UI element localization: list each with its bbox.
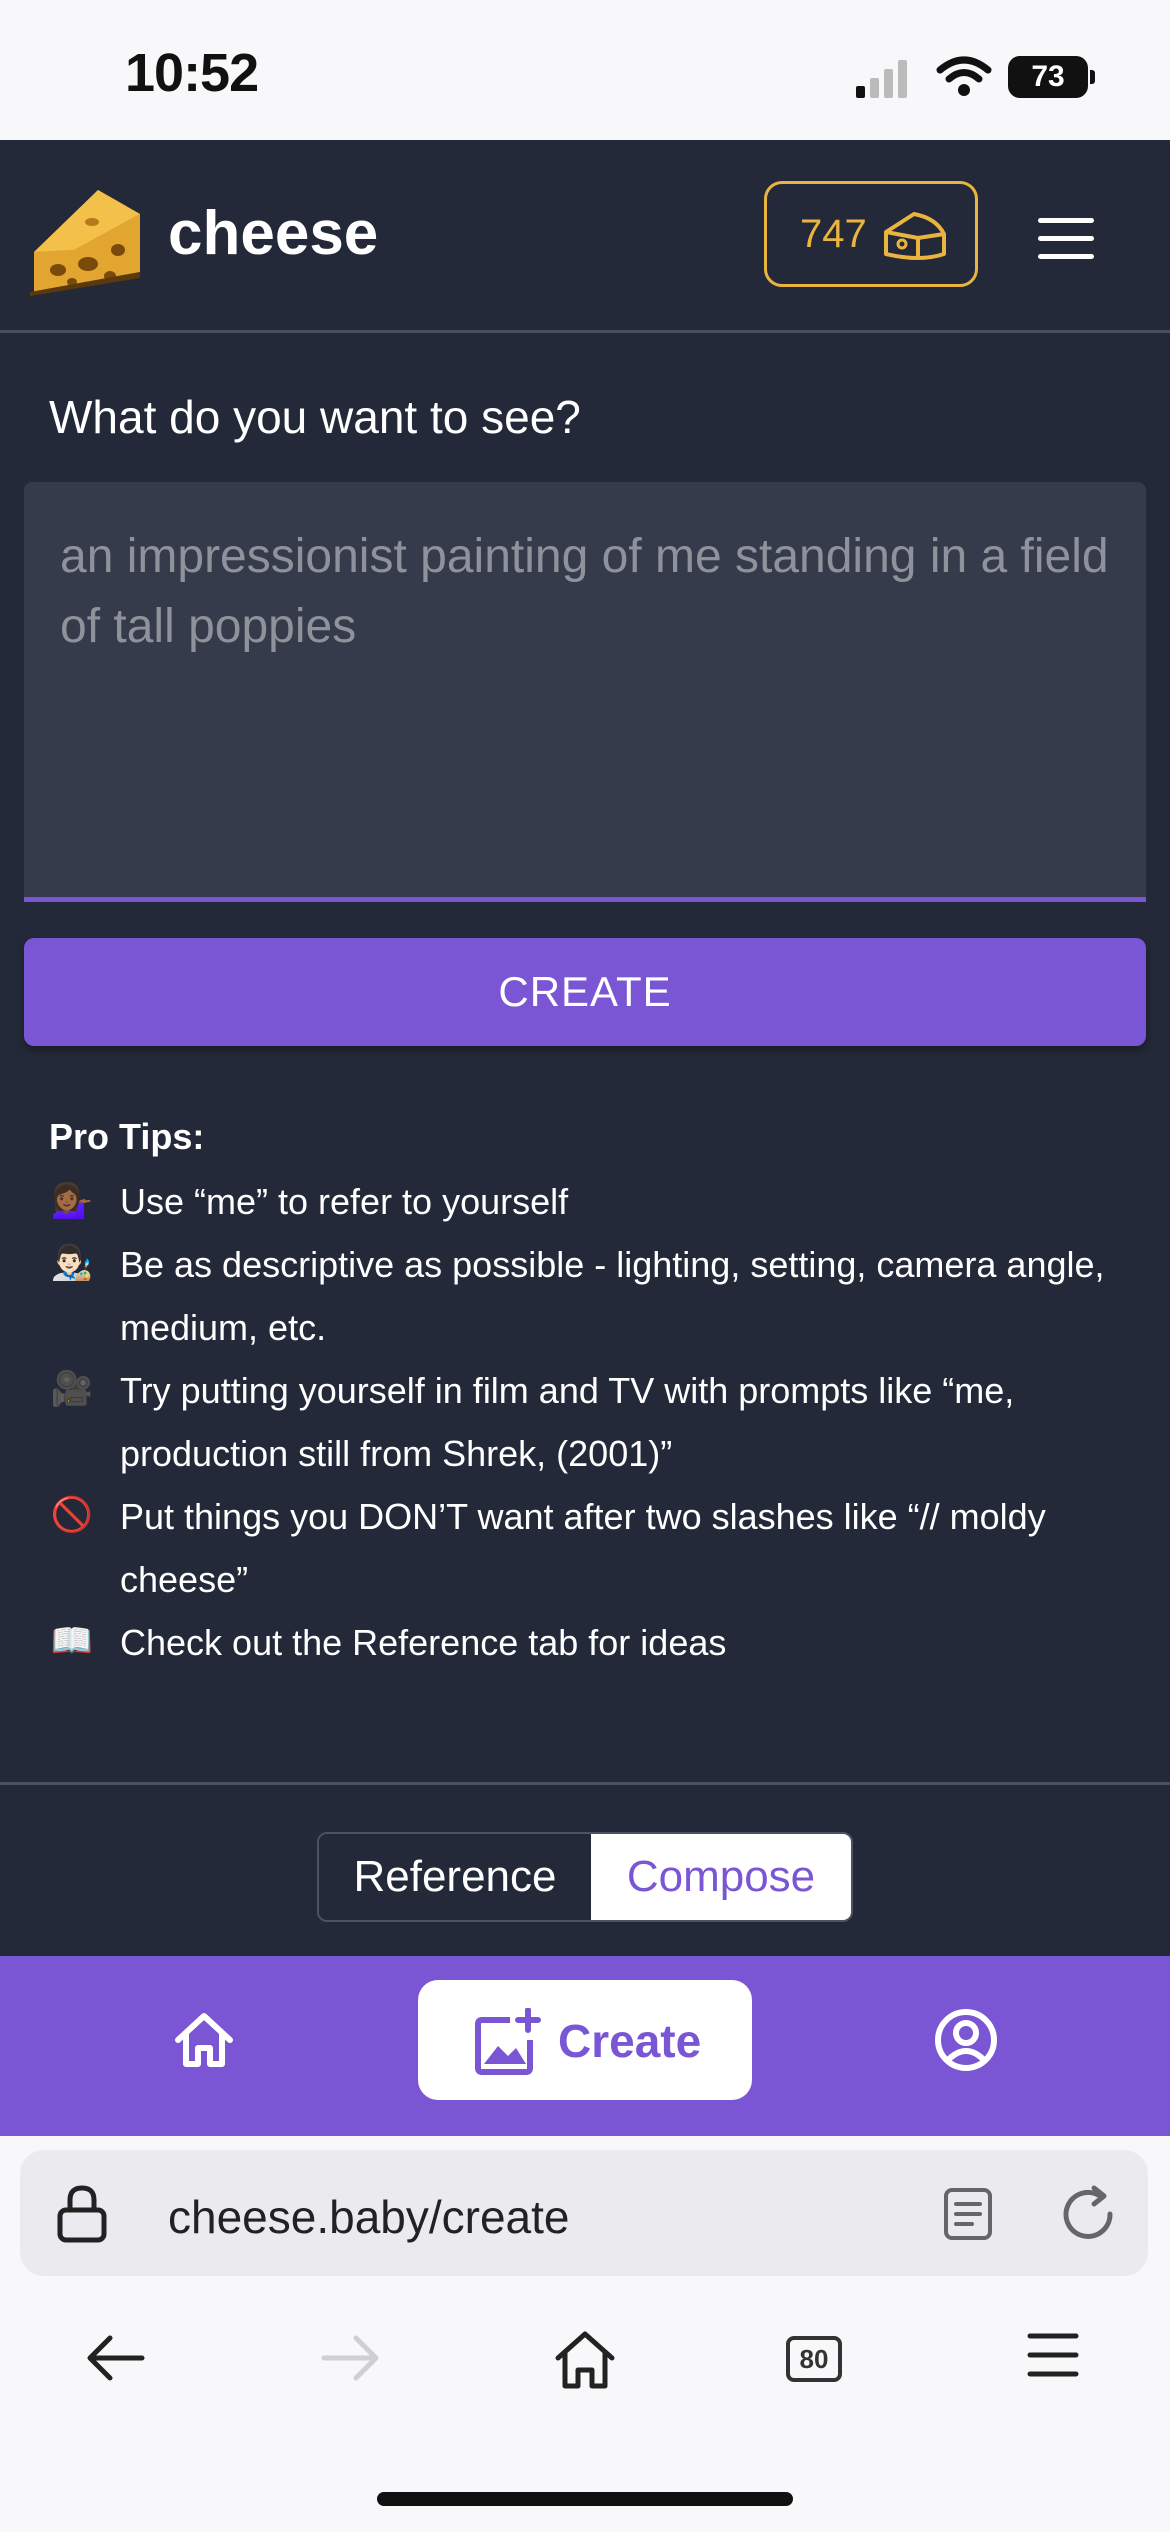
prompt-input[interactable] [24, 482, 1146, 902]
battery-nub [1090, 70, 1095, 84]
status-time: 10:52 [125, 43, 259, 103]
create-nav-label: Create [558, 2015, 702, 2067]
tip-item: Use “me” to refer to yourself [120, 1181, 569, 1222]
home-indicator [377, 2492, 793, 2506]
browser-menu-icon[interactable] [1026, 2330, 1080, 2380]
reader-mode-icon[interactable] [942, 2186, 994, 2242]
section-divider [0, 1782, 1170, 1785]
create-button[interactable]: CREATE [24, 938, 1146, 1046]
home-icon[interactable] [172, 2010, 236, 2070]
tab-reference[interactable]: Reference [319, 1834, 591, 1920]
url-text[interactable]: cheese.baby/create [168, 2190, 570, 2244]
tip-item: Be as descriptive as possible - lighting… [120, 1244, 1105, 1348]
tab-compose[interactable]: Compose [591, 1834, 851, 1920]
cheese-logo-icon[interactable] [28, 180, 146, 296]
back-arrow-icon[interactable] [86, 2330, 146, 2386]
movie-camera-icon: 🎥 [50, 1370, 94, 1408]
credits-count: 747 [800, 212, 867, 256]
tips-title: Pro Tips: [49, 1116, 205, 1157]
cheese-wedge-icon [884, 212, 946, 260]
wifi-icon [936, 56, 992, 96]
mode-segmented-control: Reference Compose [317, 1832, 853, 1922]
lock-icon [57, 2185, 107, 2243]
tabs-count-button[interactable]: 80 [786, 2336, 842, 2382]
forward-arrow-icon[interactable] [320, 2330, 380, 2386]
brand-name: cheese [168, 199, 379, 268]
tip-item: Check out the Reference tab for ideas [120, 1622, 727, 1663]
tip-item: Put things you DON’T want after two slas… [120, 1496, 1046, 1600]
browser-home-icon[interactable] [554, 2330, 616, 2390]
prompt-label: What do you want to see? [49, 391, 581, 443]
prohibited-icon: 🚫 [50, 1496, 94, 1534]
artist-icon: 👨🏻‍🎨 [50, 1244, 94, 1282]
tip-item: Try putting yourself in film and TV with… [120, 1370, 1015, 1474]
open-book-icon: 📖 [50, 1622, 94, 1660]
person-tipping-hand-icon: 💁🏾‍♀️ [50, 1182, 94, 1220]
cellular-signal-icon [856, 60, 907, 98]
reload-icon[interactable] [1058, 2184, 1118, 2244]
profile-icon[interactable] [934, 2008, 998, 2072]
battery-indicator: 73 [1008, 56, 1088, 98]
hamburger-menu-icon[interactable] [1038, 218, 1094, 272]
add-image-icon [475, 2008, 541, 2075]
